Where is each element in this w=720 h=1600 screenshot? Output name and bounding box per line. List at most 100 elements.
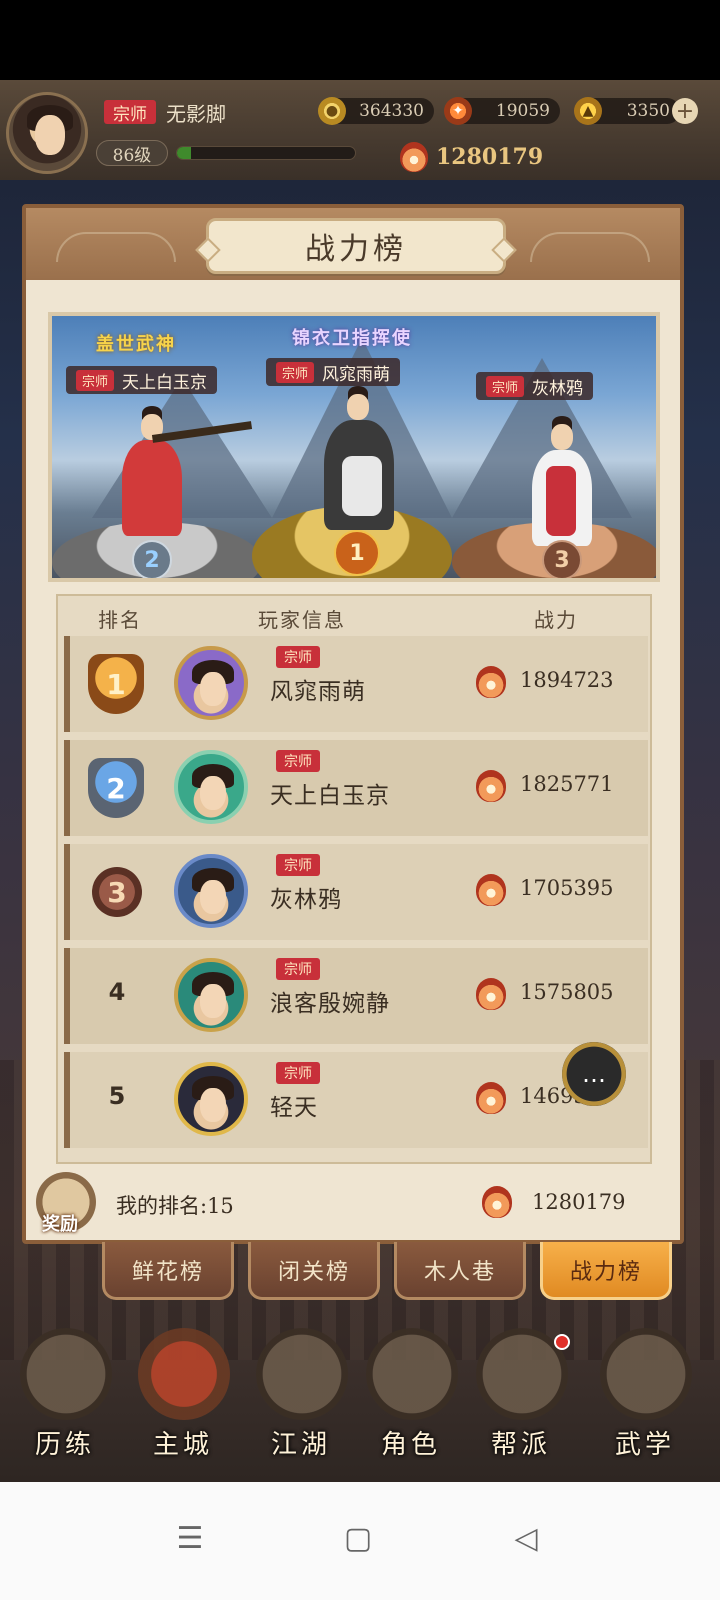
player-power: 1575805: [520, 980, 614, 1004]
sect-badge: 宗师: [276, 958, 320, 980]
nav-label: 主城: [152, 1430, 213, 1460]
first-place-nameplate: 宗师 风窕雨萌: [266, 358, 401, 386]
nav-guild[interactable]: 帮派: [466, 1328, 576, 1468]
third-place-medal: 3: [542, 540, 582, 578]
table-row[interactable]: 5 宗师 轻天 14693: [64, 1052, 648, 1148]
table-row[interactable]: 4 宗师 浪客殷婉静 1575805: [64, 948, 648, 1044]
nav-label: 武学: [614, 1430, 675, 1460]
nav-label: 角色: [380, 1430, 441, 1460]
nav-label: 历练: [34, 1430, 95, 1460]
my-power-value: 1280179: [532, 1190, 626, 1214]
avatar[interactable]: [174, 1062, 248, 1136]
nav-jianghu[interactable]: 江湖: [246, 1328, 356, 1468]
exp-bar: [176, 146, 356, 160]
table-row[interactable]: 2 宗师 天上白玉京 1825771: [64, 740, 648, 836]
sect-badge: 宗师: [276, 854, 320, 876]
third-place-name: 灰林鸦: [532, 378, 584, 399]
nav-character[interactable]: 角色: [356, 1328, 466, 1468]
player-level: 86级: [96, 140, 168, 166]
nav-label: 帮派: [490, 1430, 551, 1460]
power-flame-icon: [476, 874, 506, 906]
second-place-sect: 宗师: [76, 369, 115, 391]
my-rank-text: 我的排名:15: [116, 1194, 234, 1218]
power-flame-icon: [476, 978, 506, 1010]
first-place-sect: 宗师: [276, 361, 315, 383]
player-power: 1825771: [520, 772, 614, 796]
second-place-name: 天上白玉京: [122, 372, 208, 393]
tab-seclusion-ranking[interactable]: 闭关榜: [248, 1242, 380, 1300]
player-name: 无影脚: [166, 102, 226, 126]
table-row[interactable]: 3 宗师 灰林鸦 1705395: [64, 844, 648, 940]
second-place-medal: 2: [132, 540, 172, 578]
rank-number: 4: [108, 978, 126, 1006]
sect-badge: 宗师: [276, 750, 320, 772]
menu-icon[interactable]: ☰: [160, 1508, 220, 1568]
jianghu-icon: [256, 1328, 348, 1420]
character-icon: [366, 1328, 458, 1420]
rank-badge-silver: 2: [88, 758, 144, 818]
gem-value: 19059: [495, 101, 550, 121]
notification-dot: [554, 1334, 570, 1350]
player-sect-badge: 宗师: [104, 100, 156, 125]
nav-label: 江湖: [270, 1430, 331, 1460]
avatar[interactable]: [174, 854, 248, 928]
coin-counter[interactable]: ● 364330: [318, 97, 434, 125]
avatar[interactable]: [174, 958, 248, 1032]
ingot-counter[interactable]: ▲ 3350: [574, 97, 680, 125]
coin-icon: ●: [318, 97, 346, 125]
main-city-icon: [138, 1328, 230, 1420]
back-icon[interactable]: ◁: [496, 1508, 556, 1568]
nav-main-city[interactable]: 主城: [128, 1328, 238, 1468]
player-power-value: 1280179: [436, 144, 544, 170]
player-name: 灰林鸦: [270, 887, 342, 913]
rank-badge-bronze: 3: [92, 867, 142, 917]
first-place-medal: 1: [334, 530, 380, 576]
panel-title: 战力榜: [206, 218, 506, 274]
home-icon[interactable]: ▢: [328, 1508, 388, 1568]
player-avatar[interactable]: [6, 92, 88, 174]
avatar[interactable]: [174, 646, 248, 720]
first-place-name: 风窕雨萌: [322, 364, 391, 385]
third-place-nameplate: 宗师 灰林鸦: [476, 372, 594, 400]
ingot-value: 3350: [626, 101, 670, 121]
tab-wooden-man-alley[interactable]: 木人巷: [394, 1242, 526, 1300]
player-power: 1894723: [520, 668, 614, 692]
coin-value: 364330: [359, 101, 424, 121]
third-place-sect: 宗师: [486, 375, 525, 397]
player-name: 轻天: [270, 1095, 318, 1121]
nav-training[interactable]: 历练: [10, 1328, 120, 1468]
ingot-icon: ▲: [574, 97, 602, 125]
column-header-power: 战力: [534, 608, 578, 632]
first-place-honor-title: 锦衣卫指挥使: [292, 328, 412, 349]
nav-martial-arts[interactable]: 武学: [590, 1328, 700, 1468]
power-flame-icon: [482, 1186, 512, 1218]
power-flame-icon: [476, 770, 506, 802]
tab-power-ranking[interactable]: 战力榜: [540, 1242, 672, 1300]
player-name: 浪客殷婉静: [270, 991, 390, 1017]
player-power: 1280179: [400, 140, 543, 174]
second-place-honor-title: 盖世武神: [96, 334, 176, 355]
rank-badge-gold: 1: [88, 654, 144, 714]
rank-number: 5: [108, 1082, 126, 1110]
power-flame-icon: [476, 1082, 506, 1114]
tab-flower-ranking[interactable]: 鲜花榜: [102, 1242, 234, 1300]
reward-label[interactable]: 奖励: [42, 1210, 78, 1236]
player-power: 1705395: [520, 876, 614, 900]
scroll-icon: [600, 1328, 692, 1420]
sect-badge: 宗师: [276, 646, 320, 668]
sect-badge: 宗师: [276, 1062, 320, 1084]
second-place-nameplate: 宗师 天上白玉京: [66, 366, 218, 394]
add-currency-button[interactable]: +: [672, 98, 698, 124]
gem-icon: ✦: [444, 97, 472, 125]
column-header-player-info: 玩家信息: [258, 608, 346, 632]
power-flame-icon: [476, 666, 506, 698]
avatar[interactable]: [174, 750, 248, 824]
exp-bar-fill: [177, 147, 192, 159]
chat-bubble-icon[interactable]: …: [562, 1042, 626, 1106]
player-name: 风窕雨萌: [270, 679, 366, 705]
game-screen: 宗师 无影脚 86级 ● 364330 ✦ 19059 ▲ 3350 + 128…: [0, 0, 720, 1600]
gem-counter[interactable]: ✦ 19059: [444, 97, 560, 125]
player-name: 天上白玉京: [270, 783, 390, 809]
table-row[interactable]: 1 宗师 风窕雨萌 1894723: [64, 636, 648, 732]
top-three-podium: 盖世武神 锦衣卫指挥使 宗师 天上白玉京 宗师 风窕雨萌 宗师 灰林鸦 2 1 …: [48, 312, 660, 582]
